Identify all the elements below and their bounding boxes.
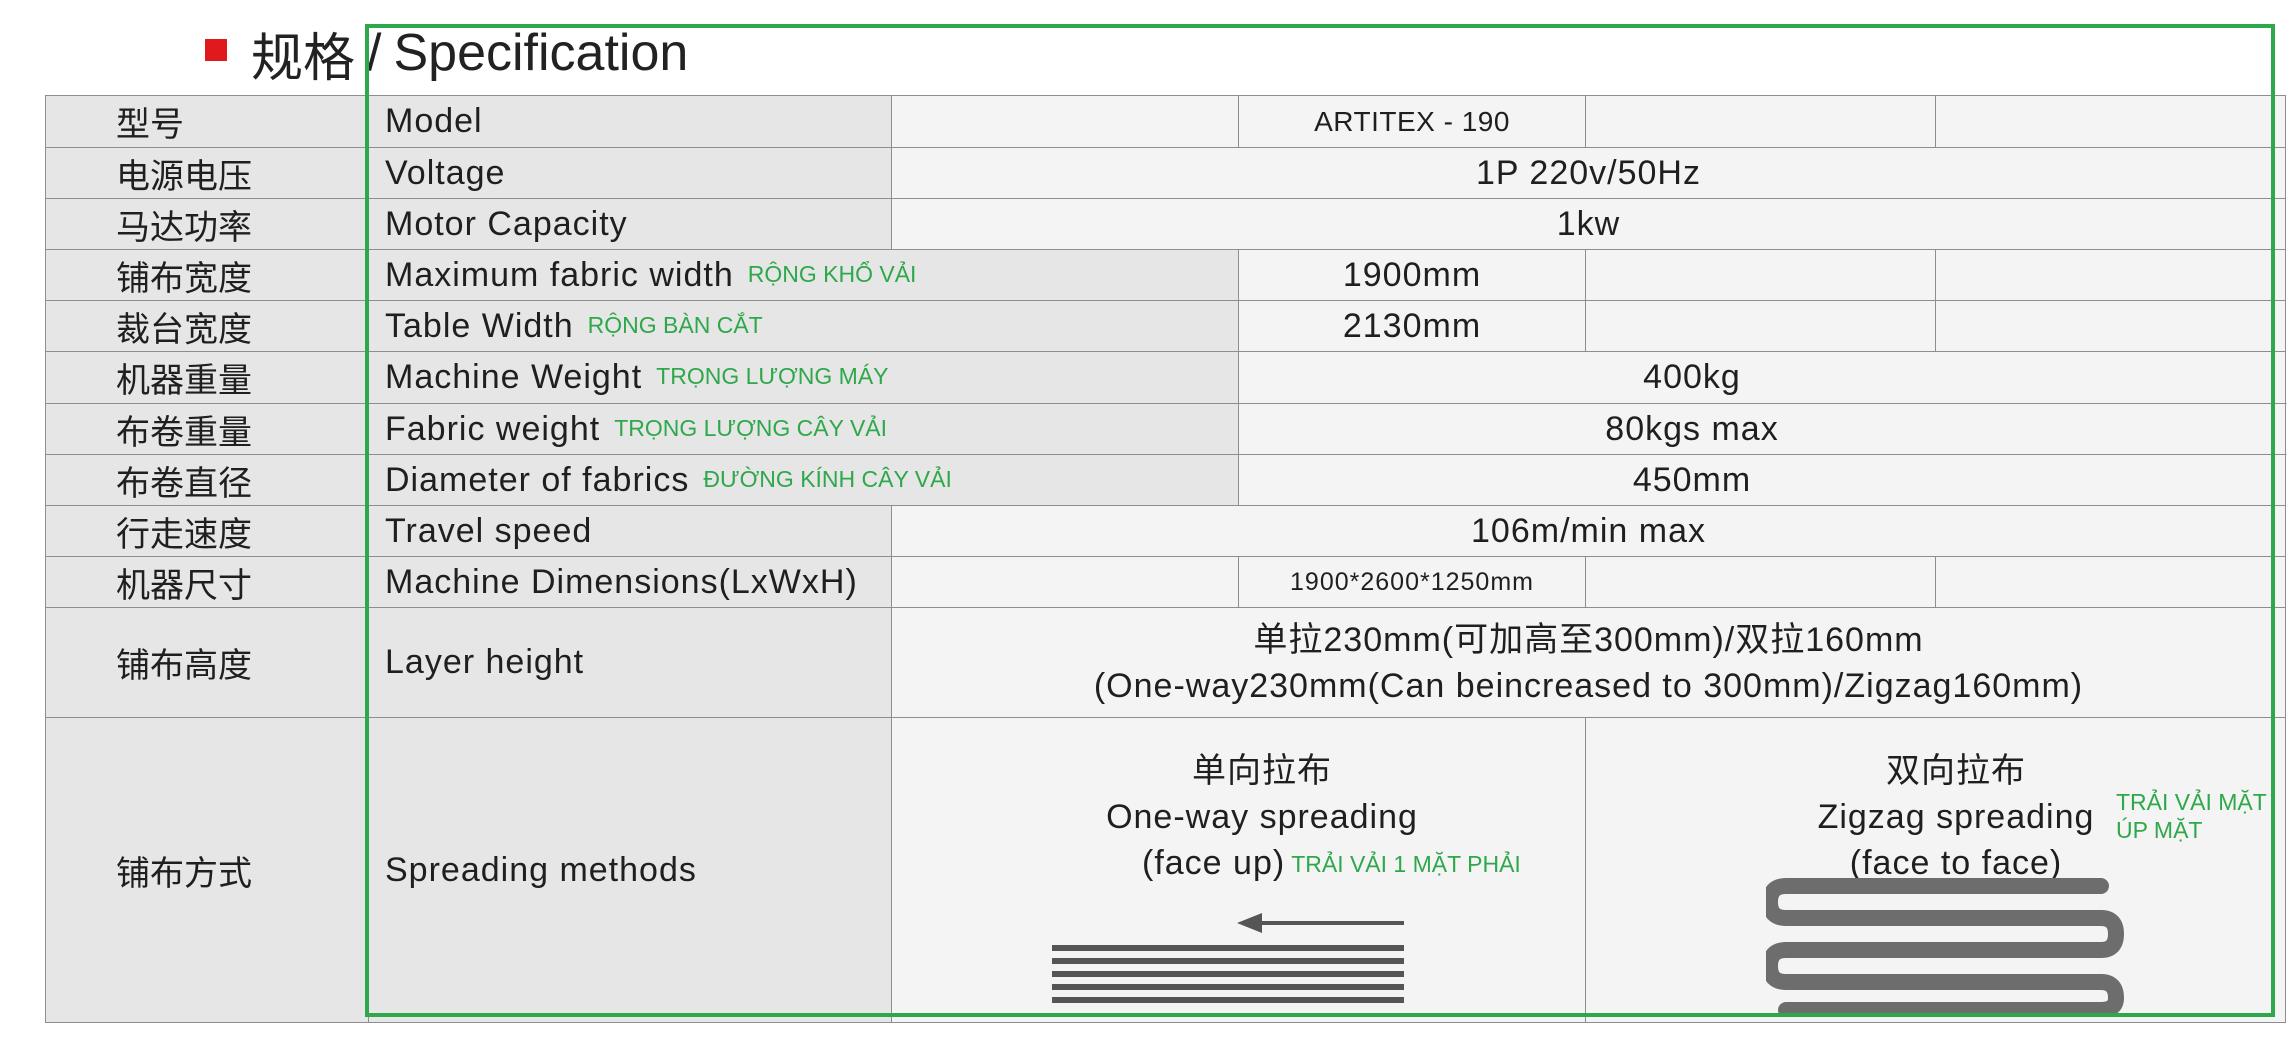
empty-cell [1585, 95, 1936, 148]
machine-weight-value: 400kg [1238, 351, 2286, 404]
empty-cell [1935, 556, 2286, 608]
row-label-en: Machine Dimensions(LxWxH) [368, 556, 892, 608]
row-label-zh: 铺布方式 [45, 717, 369, 1023]
row-label-zh: 铺布宽度 [45, 249, 369, 301]
vn-annotation: ĐƯỜNG KÍNH CÂY VẢI [703, 465, 952, 492]
zigzag-vn-annotation: TRẢI VẢI MẶT ÚP MẶT [2116, 789, 2267, 843]
row-label-zh: 电源电压 [45, 147, 369, 199]
fabric-weight-value: 80kgs max [1238, 403, 2286, 455]
table-row-diameter: 布卷直径 Diameter of fabrics ĐƯỜNG KÍNH CÂY V… [45, 454, 2286, 506]
empty-cell [1935, 95, 2286, 148]
row-label-zh: 铺布高度 [45, 607, 369, 718]
row-label-en: Spreading methods [368, 717, 892, 1023]
row-label-zh: 布卷直径 [45, 454, 369, 506]
heading-sep: / [367, 24, 382, 82]
zigzag-label: 双向拉布 Zigzag spreading (face to face) [1817, 752, 2095, 882]
row-label-en: Machine Weight TRỌNG LƯỢNG MÁY [368, 351, 1239, 404]
vn-annotation: RỘNG BÀN CẮT [587, 311, 763, 338]
empty-cell [891, 95, 1239, 148]
row-label-zh: 布卷重量 [45, 403, 369, 455]
table-row-layer-height: 铺布高度 Layer height 单拉230mm(可加高至300mm)/双拉1… [45, 607, 2286, 718]
layer-line-1: 单拉230mm(可加高至300mm)/双拉160mm [1253, 620, 1924, 659]
one-way-spreading-diagram [1052, 913, 1404, 1003]
one-way-method-cell: 单向拉布 One-way spreading (face up) TRẢI VẢI… [891, 717, 1586, 1023]
row-label-en: Model [368, 95, 892, 148]
layer-height-value: 单拉230mm(可加高至300mm)/双拉160mm (One-way230mm… [891, 607, 2286, 718]
table-row-table-width: 裁台宽度 Table Width RỘNG BÀN CẮT 2130mm [45, 300, 2286, 352]
zigzag-method-cell: 双向拉布 Zigzag spreading (face to face) TRẢ… [1585, 717, 2286, 1023]
empty-cell [1585, 300, 1936, 352]
row-label-en: Table Width RỘNG BÀN CẮT [368, 300, 1239, 352]
table-row-travel-speed: 行走速度 Travel speed 106m/min max [45, 505, 2286, 557]
row-label-en: Layer height [368, 607, 892, 718]
row-label-zh: 机器尺寸 [45, 556, 369, 608]
page-heading: 规格 / Specification [205, 18, 688, 88]
row-label-zh: 型号 [45, 95, 369, 148]
table-row-model: 型号 Model ARTITEX - 190 [45, 95, 2286, 148]
table-width-value: 2130mm [1238, 300, 1586, 352]
row-label-en: Travel speed [368, 505, 892, 557]
zigzag-spreading-diagram [1766, 878, 2125, 1016]
row-label-en: Voltage [368, 147, 892, 199]
table-row-spreading-methods: 铺布方式 Spreading methods 单向拉布 One-way spre… [45, 717, 2286, 1023]
heading-zh: 规格 [251, 29, 356, 88]
empty-cell [891, 556, 1239, 608]
empty-cell [1935, 300, 2286, 352]
row-label-en: Motor Capacity [368, 198, 892, 250]
row-label-en: Fabric weight TRỌNG LƯỢNG CÂY VẢI [368, 403, 1239, 455]
empty-cell [1935, 249, 2286, 301]
red-square-icon [205, 39, 227, 61]
travel-speed-value: 106m/min max [891, 505, 2286, 557]
specification-table: 型号 Model ARTITEX - 190 电源电压 Voltage 1P 2… [45, 95, 2286, 1023]
table-row-machine-weight: 机器重量 Machine Weight TRỌNG LƯỢNG MÁY 400kg [45, 351, 2286, 404]
diameter-value: 450mm [1238, 454, 2286, 506]
fabric-width-value: 1900mm [1238, 249, 1586, 301]
row-label-en: Maximum fabric width RỘNG KHỔ VẢI [368, 249, 1239, 301]
dimensions-value: 1900*2600*1250mm [1238, 556, 1586, 608]
layer-line-2: (One-way230mm(Can beincreased to 300mm)/… [1093, 666, 2084, 705]
vn-annotation: RỘNG KHỔ VẢI [747, 260, 917, 287]
table-row-fabric-weight: 布卷重量 Fabric weight TRỌNG LƯỢNG CÂY VẢI 80… [45, 403, 2286, 455]
empty-cell [1585, 556, 1936, 608]
vn-annotation: TRỌNG LƯỢNG CÂY VẢI [614, 414, 888, 441]
table-row-voltage: 电源电压 Voltage 1P 220v/50Hz [45, 147, 2286, 199]
table-row-dimensions: 机器尺寸 Machine Dimensions(LxWxH) 1900*2600… [45, 556, 2286, 608]
table-row-motor: 马达功率 Motor Capacity 1kw [45, 198, 2286, 250]
motor-value: 1kw [891, 198, 2286, 250]
row-label-en: Diameter of fabrics ĐƯỜNG KÍNH CÂY VẢI [368, 454, 1239, 506]
one-way-label: 单向拉布 One-way spreading (face up) TRẢI VẢI… [1106, 752, 1521, 882]
row-label-zh: 机器重量 [45, 351, 369, 404]
table-row-fabric-width: 铺布宽度 Maximum fabric width RỘNG KHỔ VẢI 19… [45, 249, 2286, 301]
row-label-zh: 马达功率 [45, 198, 369, 250]
voltage-value: 1P 220v/50Hz [891, 147, 2286, 199]
model-value: ARTITEX - 190 [1238, 95, 1586, 148]
vn-annotation: TRỌNG LƯỢNG MÁY [656, 363, 889, 389]
heading-en: Specification [393, 24, 689, 82]
empty-cell [1585, 249, 1936, 301]
row-label-zh: 裁台宽度 [45, 300, 369, 352]
row-label-zh: 行走速度 [45, 505, 369, 557]
